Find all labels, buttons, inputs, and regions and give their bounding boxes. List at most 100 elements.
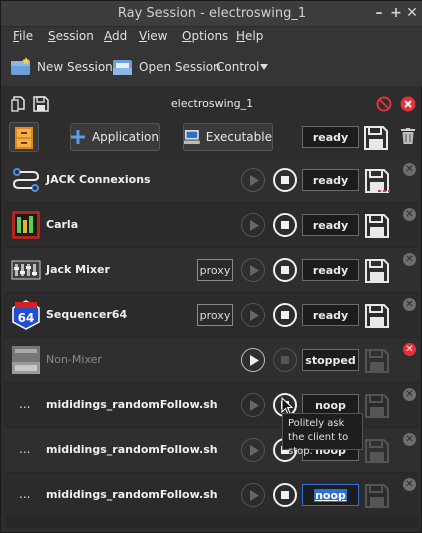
client-status: ready — [302, 259, 359, 281]
minimize-button[interactable]: – — [371, 5, 387, 21]
save-client-icon[interactable] — [364, 213, 390, 239]
jack-mixer-icon — [11, 260, 41, 280]
non-mixer-icon — [12, 346, 40, 374]
open-session-button[interactable]: Open Session — [112, 55, 221, 79]
remove-client-button[interactable]: ✕ — [403, 478, 416, 491]
client-row[interactable]: JACK Connexions ready ✕ — [5, 158, 419, 203]
control-menu-button[interactable]: Control — [216, 55, 273, 79]
client-status: ready — [302, 214, 359, 236]
save-client-icon[interactable] — [364, 258, 390, 284]
carla-icon — [12, 211, 40, 239]
add-executable-button[interactable]: Executable — [183, 123, 273, 151]
menu-session[interactable]: Session — [48, 29, 94, 43]
remove-client-button[interactable]: ✕ — [403, 208, 416, 221]
remove-client-button[interactable]: ✕ — [403, 298, 416, 311]
remove-client-button[interactable]: ✕ — [403, 163, 416, 176]
proxy-button[interactable]: proxy — [197, 304, 233, 326]
stop-button[interactable] — [273, 483, 297, 507]
play-button[interactable] — [241, 213, 265, 237]
save-client-icon[interactable] — [364, 168, 390, 194]
stop-icon — [281, 311, 289, 319]
client-status: ready — [302, 169, 359, 191]
stop-button[interactable] — [273, 348, 297, 372]
plus-icon — [71, 130, 85, 144]
client-status-selected: noop — [314, 488, 347, 502]
title-bar[interactable]: Ray Session - electroswing_1 – + ✕ — [1, 1, 422, 27]
menu-file[interactable]: File — [13, 29, 33, 43]
add-application-button[interactable]: Application — [70, 123, 160, 151]
new-session-button[interactable]: New Session — [10, 55, 113, 79]
save-client-icon[interactable] — [364, 393, 390, 419]
jack-connections-icon — [12, 168, 40, 192]
stop-button[interactable] — [273, 303, 297, 327]
play-icon — [250, 175, 259, 186]
remove-client-button[interactable]: ✕ — [403, 253, 416, 266]
stop-button[interactable] — [273, 168, 297, 192]
remove-client-button[interactable]: ✕ — [403, 433, 416, 446]
play-button[interactable] — [241, 258, 265, 282]
add-application-label: Application — [91, 130, 159, 144]
client-name: mididings_randomFollow.sh — [46, 398, 218, 411]
maximize-button[interactable]: + — [388, 5, 404, 21]
proxy-button[interactable]: proxy — [197, 259, 233, 281]
play-icon — [250, 220, 259, 231]
menu-help[interactable]: Help — [236, 29, 263, 43]
play-button[interactable] — [241, 438, 265, 462]
stop-icon — [281, 221, 289, 229]
new-session-label: New Session — [37, 60, 113, 74]
save-client-icon[interactable] — [364, 348, 390, 374]
menu-bar: File Session Add View Options Help — [1, 27, 422, 47]
menu-view[interactable]: View — [139, 29, 167, 43]
client-name: JACK Connexions — [46, 173, 151, 186]
save-client-icon[interactable] — [364, 483, 390, 509]
script-icon: ... — [19, 397, 31, 411]
menu-add[interactable]: Add — [104, 29, 127, 43]
add-executable-label: Executable — [205, 130, 272, 144]
play-button[interactable] — [241, 303, 265, 327]
client-name: mididings_randomFollow.sh — [46, 443, 218, 456]
client-row[interactable]: Jack Mixer proxy ready ✕ — [5, 248, 419, 293]
remove-client-button[interactable]: ✕ — [403, 343, 416, 356]
toolbar: New Session Open Session Control — [1, 47, 422, 87]
client-status: ready — [302, 304, 359, 326]
svg-text:64: 64 — [18, 311, 35, 325]
close-window-button[interactable]: ✕ — [404, 5, 420, 21]
stop-button[interactable] — [273, 213, 297, 237]
remove-client-button[interactable]: ✕ — [403, 388, 416, 401]
client-row[interactable]: 64 Sequencer64 proxy ready ✕ — [5, 293, 419, 338]
client-row[interactable]: Carla ready ✕ — [5, 203, 419, 248]
trash-icon[interactable] — [401, 128, 415, 144]
open-session-label: Open Session — [139, 60, 221, 74]
play-button[interactable] — [241, 168, 265, 192]
save-client-icon[interactable] — [364, 438, 390, 464]
client-row[interactable]: ... mididings_randomFollow.sh noop ✕ — [5, 473, 419, 518]
filing-cabinet-icon — [15, 127, 33, 149]
main-window: Ray Session - electroswing_1 – + ✕ File … — [0, 0, 422, 533]
window-title: Ray Session - electroswing_1 — [117, 6, 307, 21]
play-icon — [250, 490, 259, 501]
script-icon: ... — [19, 442, 31, 456]
abort-session-icon[interactable] — [376, 96, 392, 112]
open-session-icon — [113, 60, 132, 75]
session-folder-button[interactable] — [9, 122, 39, 152]
client-row[interactable]: Non-Mixer stopped ✕ — [5, 338, 419, 383]
play-button[interactable] — [241, 393, 265, 417]
stop-button[interactable] — [273, 258, 297, 282]
play-icon — [250, 445, 259, 456]
client-status: stopped — [302, 349, 359, 371]
close-session-icon[interactable] — [400, 96, 416, 112]
play-button[interactable] — [241, 348, 265, 372]
control-label: Control — [216, 60, 260, 74]
client-name: Sequencer64 — [46, 308, 128, 321]
client-status[interactable]: noop — [302, 484, 359, 506]
client-name: Jack Mixer — [46, 263, 110, 276]
save-client-icon[interactable] — [364, 303, 390, 329]
stop-icon — [281, 356, 289, 364]
sequencer64-icon: 64 — [12, 300, 40, 330]
menu-options[interactable]: Options — [182, 29, 228, 43]
save-session-icon[interactable] — [363, 125, 389, 151]
play-button[interactable] — [241, 483, 265, 507]
new-session-icon — [11, 57, 30, 75]
play-icon — [250, 400, 259, 411]
session-name: electroswing_1 — [170, 97, 254, 110]
